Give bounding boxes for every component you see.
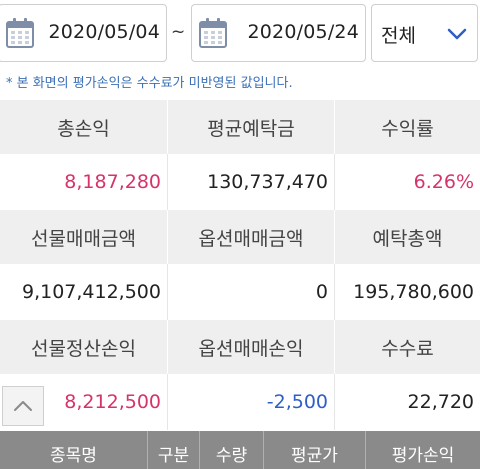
label-futures-trade-amount: 선물매매금액	[31, 227, 136, 250]
summary-value-row: 8,187,280 130,737,470 6.26%	[0, 154, 480, 210]
value-options-trade-pnl: -2,500	[167, 374, 334, 430]
column-header-name[interactable]: 종목명	[0, 431, 148, 469]
label-fee: 수수료	[334, 320, 480, 374]
column-header-avg-price[interactable]: 평균가	[264, 431, 366, 469]
label-options-trade-amount: 옵션매매금액	[167, 210, 334, 264]
filter-bar: 2020/05/04 ~ 2020/05/24 전체	[0, 0, 480, 68]
value-return-rate: 6.26%	[334, 154, 480, 210]
label-avg-deposit: 평균예탁금	[167, 100, 334, 154]
summary-header-row: 선물정산손익 옵션매매손익 수수료	[0, 320, 480, 374]
date-range-separator: ~	[171, 22, 186, 42]
type-select-value: 전체	[381, 25, 416, 47]
start-date-value: 2020/05/04	[48, 21, 160, 43]
end-date-picker[interactable]: 2020/05/24	[191, 4, 366, 62]
calendar-icon	[6, 18, 34, 48]
scroll-up-button[interactable]	[2, 386, 44, 426]
value-avg-deposit: 130,737,470	[167, 154, 334, 210]
summary-header-row: 총손익 평균예탁금 수익률	[0, 100, 480, 154]
column-header-type[interactable]: 구분	[148, 431, 200, 469]
summary-value-row: 8,212,500 -2,500 22,720	[0, 374, 480, 430]
fee-notice: * 본 화면의 평가손익은 수수료가 미반영된 값입니다.	[6, 76, 293, 91]
chevron-down-icon	[447, 28, 467, 40]
label-total-pnl: 총손익	[57, 117, 110, 140]
summary-value-row: 9,107,412,500 0 195,780,600	[0, 264, 480, 320]
value-total-deposit: 195,780,600	[334, 264, 480, 320]
value-fee: 22,720	[334, 374, 480, 430]
value-options-trade-amount: 0	[167, 264, 334, 320]
label-futures-settlement-pnl: 선물정산손익	[31, 337, 136, 360]
summary-header-row: 선물매매금액 옵션매매금액 예탁총액	[0, 210, 480, 264]
value-futures-trade-amount: 9,107,412,500	[21, 281, 161, 303]
type-select[interactable]: 전체	[371, 4, 478, 62]
column-header-quantity[interactable]: 수량	[200, 431, 264, 469]
label-total-deposit: 예탁총액	[334, 210, 480, 264]
value-total-pnl: 8,187,280	[64, 171, 161, 193]
label-return-rate: 수익률	[334, 100, 480, 154]
start-date-picker[interactable]: 2020/05/04	[0, 4, 167, 62]
column-header-eval-pnl[interactable]: 평가손익	[366, 431, 480, 469]
holdings-table-header: 종목명 구분 수량 평균가 평가손익	[0, 431, 480, 469]
label-options-trade-pnl: 옵션매매손익	[167, 320, 334, 374]
calendar-icon	[199, 18, 227, 48]
chevron-up-icon	[14, 401, 32, 411]
end-date-value: 2020/05/24	[247, 21, 359, 43]
